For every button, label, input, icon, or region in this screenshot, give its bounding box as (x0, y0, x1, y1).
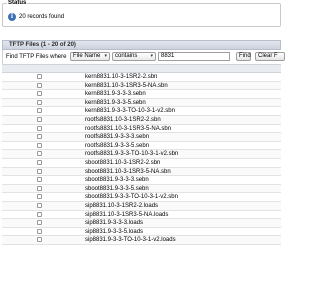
file-name: rootfs8831.10-3-1SR3-5-NA.sbn (85, 125, 172, 132)
file-name: sip8831.9-3-3-3.loads (85, 220, 144, 227)
field-select[interactable]: File Name ▾ (70, 52, 110, 61)
file-name: sboot8831.9-3-3-TO-10-3-1-v2.sbn (85, 194, 178, 201)
row-checkbox[interactable] (37, 108, 42, 114)
row-checkbox[interactable] (37, 116, 42, 122)
clear-filter-button[interactable]: Clear F (255, 52, 285, 61)
table-row: rootfs8831.10-3-1SR3-5-NA.sbn (2, 125, 281, 134)
row-checkbox[interactable] (37, 151, 42, 157)
row-checkbox[interactable] (37, 134, 42, 140)
file-name: sboot8831.9-3-3-5.sebn (85, 185, 149, 192)
search-input[interactable]: 8831 (158, 52, 230, 61)
table-row: kern8831.9-3-3-TO-10-3-1-v2.sbn (2, 107, 281, 116)
row-checkbox[interactable] (37, 228, 42, 234)
file-name: sip8831.9-3-3-5.loads (85, 228, 144, 235)
status-legend: Status (7, 0, 28, 6)
table-row: sboot8831.9-3-3-5.sebn (2, 184, 281, 194)
row-checkbox[interactable] (37, 159, 42, 165)
table-row: sip8831.10-3-1SR2-2.loads (2, 201, 281, 211)
chevron-down-icon: ▾ (150, 53, 153, 59)
file-name: kern8831.9-3-3-TO-10-3-1-v2.sbn (85, 108, 175, 115)
table-row: rootfs8831.9-3-3-3.sebn (2, 133, 281, 142)
field-select-value: File Name (73, 53, 101, 59)
table-row: rootfs8831.10-3-1SR2-2.sbn (2, 115, 281, 125)
status-message: 20 records found (19, 14, 65, 20)
table-row: sip8831.9-3-3-5.loads (2, 228, 281, 237)
table-row: sip8831.10-3-1SR3-5-NA.loads (2, 211, 281, 220)
file-name: sboot8831.9-3-3-3.sebn (85, 177, 149, 184)
file-name: sip8831.9-3-3-TO-10-3-1-v2.loads (85, 237, 176, 244)
file-name: rootfs8831.9-3-3-3.sebn (85, 134, 150, 141)
operator-select[interactable]: contains ▾ (112, 52, 156, 61)
file-name: sip8831.10-3-1SR2-2.loads (85, 202, 159, 209)
table-row: kern8831.10-3-1SR2-2.sbn (2, 73, 281, 82)
table-row: kern8831.9-3-3-5.sebn (2, 98, 281, 108)
row-checkbox[interactable] (37, 220, 42, 226)
table-row: sboot8831.9-3-3-3.sebn (2, 176, 281, 185)
table-row: kern8831.10-3-1SR3-5-NA.sbn (2, 81, 281, 91)
table-row: sip8831.9-3-3-TO-10-3-1-v2.loads (2, 236, 281, 245)
table-header (2, 64, 281, 73)
find-label: Find TFTP Files where (6, 54, 67, 60)
row-checkbox[interactable] (37, 74, 42, 79)
row-checkbox[interactable] (37, 185, 42, 191)
table-row: sboot8831.10-3-1SR3-5-NA.sbn (2, 167, 281, 177)
file-name: sboot8831.10-3-1SR2-2.sbn (85, 159, 161, 166)
panel-title: TFTP Files (1 - 20 of 20) (9, 42, 76, 48)
file-name: sip8831.10-3-1SR3-5-NA.loads (85, 211, 169, 218)
file-name: kern8831.10-3-1SR2-2.sbn (85, 74, 158, 80)
tftp-files-panel-header: TFTP Files (1 - 20 of 20) (2, 40, 281, 50)
row-checkbox[interactable] (37, 168, 42, 174)
row-checkbox[interactable] (37, 237, 42, 243)
row-checkbox[interactable] (37, 99, 42, 105)
row-checkbox[interactable] (37, 177, 42, 183)
operator-select-value: contains (115, 53, 138, 59)
info-icon: i (8, 13, 16, 21)
table-row: sip8831.9-3-3-3.loads (2, 219, 281, 228)
table-row: kern8831.9-3-3-3.sebn (2, 90, 281, 99)
table-row: rootfs8831.9-3-3-5.sebn (2, 142, 281, 151)
find-button[interactable]: Find (236, 52, 251, 61)
row-checkbox[interactable] (37, 142, 42, 148)
row-checkbox[interactable] (37, 82, 42, 88)
status-section: Status i 20 records found (2, 0, 281, 27)
table-row: sboot8831.10-3-1SR2-2.sbn (2, 159, 281, 168)
file-name: rootfs8831.9-3-3-TO-10-3-1-v2.sbn (85, 151, 179, 158)
table-row: rootfs8831.9-3-3-TO-10-3-1-v2.sbn (2, 150, 281, 159)
file-name: rootfs8831.10-3-1SR2-2.sbn (85, 116, 161, 123)
file-name: kern8831.9-3-3-3.sebn (85, 91, 146, 98)
row-checkbox[interactable] (37, 194, 42, 200)
find-bar: Find TFTP Files where File Name ▾ contai… (2, 50, 285, 64)
row-checkbox[interactable] (37, 125, 42, 131)
file-name: sboot8831.10-3-1SR3-5-NA.sbn (85, 168, 171, 175)
file-name: rootfs8831.9-3-3-5.sebn (85, 142, 150, 149)
chevron-down-icon: ▾ (104, 53, 107, 59)
row-checkbox[interactable] (37, 202, 42, 208)
file-name: kern8831.9-3-3-5.sebn (85, 99, 146, 106)
file-name: kern8831.10-3-1SR3-5-NA.sbn (85, 82, 168, 89)
row-checkbox[interactable] (37, 211, 42, 217)
table-row: sboot8831.9-3-3-TO-10-3-1-v2.sbn (2, 193, 281, 202)
file-list: kern8831.10-3-1SR2-2.sbn kern8831.10-3-1S… (2, 73, 281, 245)
row-checkbox[interactable] (37, 91, 42, 97)
